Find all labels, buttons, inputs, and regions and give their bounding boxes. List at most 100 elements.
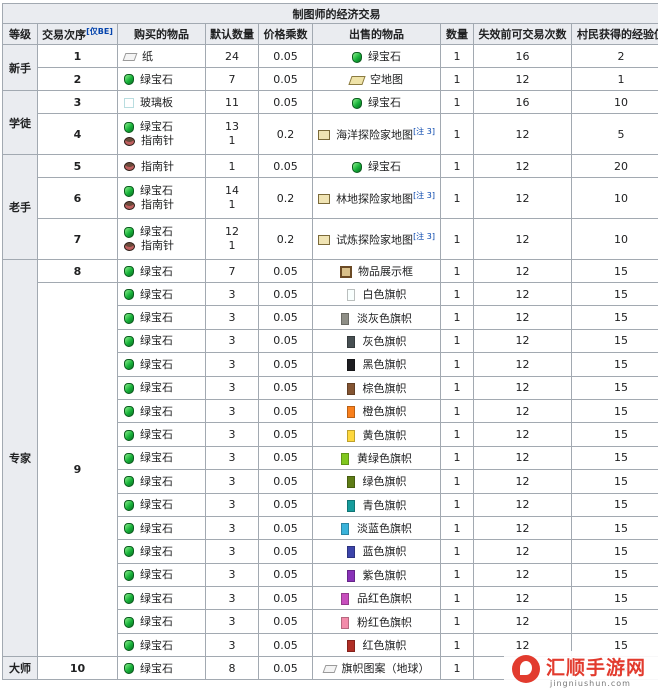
item-link[interactable]: 指南针 xyxy=(141,134,174,147)
item-link[interactable]: 海洋探险家地图 xyxy=(336,128,413,141)
item-link[interactable]: 绿宝石 xyxy=(140,334,173,347)
item-link[interactable]: 黑色旗帜 xyxy=(363,358,407,371)
item-link[interactable]: 白色旗帜 xyxy=(363,288,407,301)
item-link[interactable]: 旗帜图案（地球） xyxy=(342,662,430,675)
item-link[interactable]: 绿宝石 xyxy=(140,311,173,324)
buy-cell: 绿宝石 xyxy=(117,328,206,354)
banner-icon xyxy=(346,429,355,442)
footnote-link[interactable]: [注 3] xyxy=(413,191,435,200)
item-link[interactable]: 玻璃板 xyxy=(140,96,173,109)
item-link[interactable]: 试炼探险家地图 xyxy=(336,233,413,246)
item-link[interactable]: 黄色旗帜 xyxy=(363,429,407,442)
xp-cell: 15 xyxy=(570,609,658,634)
emerald-icon xyxy=(124,74,134,85)
item-link[interactable]: 指南针 xyxy=(141,160,174,173)
item-link[interactable]: 红色旗帜 xyxy=(363,639,407,652)
level-apprentice: 学徒 xyxy=(2,90,38,155)
sell-cell: 旗帜图案（地球） xyxy=(312,656,441,681)
buy-cell: 绿宝石 xyxy=(117,492,206,517)
item-link[interactable]: 绿宝石 xyxy=(140,225,173,238)
sell-cell: 试炼探险家地图[注 3] xyxy=(312,218,441,260)
item-link[interactable]: 黄绿色旗帜 xyxy=(357,452,412,465)
watermark-url: jingniushun.com xyxy=(550,679,631,688)
sell-cell: 青色旗帜 xyxy=(312,492,441,517)
item-link[interactable]: 橙色旗帜 xyxy=(363,405,407,418)
item-link[interactable]: 绿宝石 xyxy=(140,358,173,371)
footnote-link[interactable]: [注 3] xyxy=(413,127,435,136)
item-link[interactable]: 绿宝石 xyxy=(140,568,173,581)
seq-cell: 3 xyxy=(37,90,118,114)
item-link[interactable]: 蓝色旗帜 xyxy=(363,545,407,558)
banner-icon xyxy=(341,616,349,629)
item-link[interactable]: 林地探险家地图 xyxy=(336,192,413,205)
qty-cell: 3 xyxy=(205,281,259,307)
item-link[interactable]: 绿宝石 xyxy=(140,615,173,628)
item-link[interactable]: 绿宝石 xyxy=(140,405,173,418)
mult-cell: 0.05 xyxy=(258,90,313,114)
item-link[interactable]: 粉红色旗帜 xyxy=(357,616,412,629)
item-link[interactable]: 绿宝石 xyxy=(140,662,173,675)
qty-cell: 11 xyxy=(205,90,259,114)
xp-cell: 20 xyxy=(570,154,658,178)
buy-cell: 玻璃板 xyxy=(117,90,206,114)
item-link[interactable]: 绿宝石 xyxy=(140,451,173,464)
item-link[interactable]: 绿宝石 xyxy=(140,498,173,511)
item-link[interactable]: 绿宝石 xyxy=(140,522,173,535)
item-link[interactable]: 灰色旗帜 xyxy=(363,335,407,348)
item-link[interactable]: 空地图 xyxy=(370,73,403,86)
item-link[interactable]: 指南针 xyxy=(141,198,174,211)
explorer-map-icon xyxy=(318,194,331,205)
item-link[interactable]: 绿宝石 xyxy=(140,120,173,133)
item-link[interactable]: 绿宝石 xyxy=(140,73,173,86)
mult-cell: 0.05 xyxy=(258,515,313,541)
level-expert: 专家 xyxy=(2,258,38,658)
buy-cell: 绿宝石 xyxy=(117,352,206,377)
item-link[interactable]: 指南针 xyxy=(141,239,174,252)
qty-cell: 3 xyxy=(205,515,259,541)
item-link[interactable]: 绿色旗帜 xyxy=(363,475,407,488)
item-link[interactable]: 绿宝石 xyxy=(140,428,173,441)
item-link[interactable]: 绿宝石 xyxy=(368,50,401,63)
item-link[interactable]: 绿宝石 xyxy=(140,592,173,605)
item-link[interactable]: 淡灰色旗帜 xyxy=(357,312,412,325)
item-link[interactable]: 绿宝石 xyxy=(140,288,173,301)
item-link[interactable]: 紫色旗帜 xyxy=(363,569,407,582)
uses-cell: 12 xyxy=(473,562,572,588)
item-link[interactable]: 青色旗帜 xyxy=(363,499,407,512)
item-link[interactable]: 淡蓝色旗帜 xyxy=(357,522,412,535)
col-xp: 村民获得的经验值 xyxy=(570,23,658,45)
buy-cell: 指南针 xyxy=(117,154,206,178)
mult-cell: 0.05 xyxy=(258,422,313,447)
item-link[interactable]: 绿宝石 xyxy=(368,160,401,173)
seq-cell: 5 xyxy=(37,154,118,178)
qty-cell: 1 xyxy=(205,154,259,178)
item-link[interactable]: 绿宝石 xyxy=(140,184,173,197)
uses-cell: 12 xyxy=(473,539,572,564)
buy-cell: 绿宝石 xyxy=(117,305,206,330)
emerald-icon xyxy=(124,185,134,197)
item-link[interactable]: 绿宝石 xyxy=(140,475,173,488)
footnote-link[interactable]: [注 3] xyxy=(413,232,435,241)
item-link[interactable]: 绿宝石 xyxy=(140,545,173,558)
item-link[interactable]: 绿宝石 xyxy=(140,639,173,652)
uses-cell: 12 xyxy=(473,113,572,155)
xp-cell: 10 xyxy=(570,90,658,114)
item-link[interactable]: 绿宝石 xyxy=(368,96,401,109)
item-link[interactable]: 棕色旗帜 xyxy=(363,382,407,395)
item-link[interactable]: 绿宝石 xyxy=(140,265,173,278)
mult-cell: 0.05 xyxy=(258,632,313,658)
sell-cell: 海洋探险家地图[注 3] xyxy=(312,113,441,155)
buy-cell: 绿宝石 xyxy=(117,609,206,634)
item-link[interactable]: 品红色旗帜 xyxy=(357,592,412,605)
banner-icon xyxy=(346,476,355,489)
sell-qty-cell: 1 xyxy=(440,154,474,178)
sell-cell: 林地探险家地图[注 3] xyxy=(312,177,441,219)
be-only-note[interactable]: [仅BE] xyxy=(86,27,113,36)
uses-cell: 12 xyxy=(473,375,572,400)
empty-map-icon xyxy=(348,75,366,85)
item-link[interactable]: 纸 xyxy=(142,50,153,63)
banner-icon xyxy=(341,523,349,536)
item-link[interactable]: 物品展示框 xyxy=(358,265,413,278)
item-link[interactable]: 绿宝石 xyxy=(140,381,173,394)
sell-qty-cell: 1 xyxy=(440,422,474,447)
